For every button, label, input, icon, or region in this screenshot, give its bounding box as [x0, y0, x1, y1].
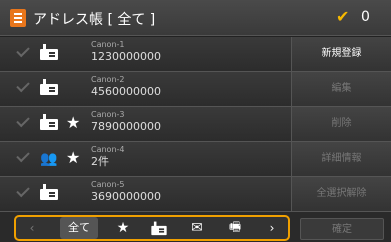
group-icon: 👥 — [40, 151, 58, 167]
tab-all[interactable]: 全て — [60, 217, 98, 239]
check-icon — [16, 43, 30, 58]
favorite-star-icon: ★ — [66, 148, 81, 167]
entry-number: 7890000000 — [91, 120, 161, 133]
fax-icon — [40, 44, 60, 62]
entry-number: 2件 — [91, 155, 109, 168]
check-icon — [16, 183, 30, 198]
fax-icon — [40, 184, 60, 202]
list-item[interactable]: 👥 ★ Canon-4 2件 — [0, 142, 291, 177]
list-item[interactable]: Canon-2 4560000000 — [0, 72, 291, 107]
favorite-star-icon: ★ — [66, 113, 81, 132]
entry-number: 4560000000 — [91, 85, 161, 98]
entry-number: 3690000000 — [91, 190, 161, 203]
delete-button[interactable]: 削除 — [291, 107, 391, 142]
bottom-bar: ‹ 全て ★ ✉ 🖷 › 確定 — [0, 212, 391, 242]
edit-button[interactable]: 編集 — [291, 72, 391, 107]
check-icon — [16, 78, 30, 93]
check-icon — [16, 113, 30, 128]
page-title: アドレス帳 [ 全て ] — [33, 12, 156, 28]
entry-name: Canon-3 — [91, 110, 125, 119]
action-panel: 新規登録 編集 削除 詳細情報 全選択解除 — [291, 37, 391, 212]
check-icon — [16, 148, 30, 163]
fax-icon — [40, 79, 60, 97]
list-item[interactable]: ★ Canon-3 7890000000 — [0, 107, 291, 142]
tab-prev-arrow-icon[interactable]: ‹ — [22, 217, 42, 239]
tab-next-arrow-icon[interactable]: › — [262, 217, 282, 239]
entry-name: Canon-1 — [91, 40, 125, 49]
tab-favorites-star-icon[interactable]: ★ — [112, 217, 134, 239]
confirm-button[interactable]: 確定 — [300, 218, 384, 240]
selected-count: 0 — [361, 9, 370, 25]
fax-icon — [40, 114, 60, 132]
tab-fax-icon[interactable] — [146, 217, 172, 239]
tab-email-icon[interactable]: ✉ — [184, 217, 210, 239]
list-item[interactable]: Canon-1 1230000000 — [0, 37, 291, 72]
filter-tabs: ‹ 全て ★ ✉ 🖷 › — [14, 215, 290, 241]
register-new-button[interactable]: 新規登録 — [291, 37, 391, 72]
address-book-icon — [10, 9, 26, 27]
title-bar: アドレス帳 [ 全て ] ✔ 0 — [0, 0, 391, 36]
list-item[interactable]: Canon-5 3690000000 — [0, 177, 291, 212]
entry-name: Canon-2 — [91, 75, 125, 84]
tab-ifax-icon[interactable]: 🖷 — [222, 217, 248, 239]
entry-name: Canon-5 — [91, 180, 125, 189]
checkmark-icon: ✔ — [336, 7, 350, 26]
details-button[interactable]: 詳細情報 — [291, 142, 391, 177]
deselect-all-button[interactable]: 全選択解除 — [291, 177, 391, 212]
entry-name: Canon-4 — [91, 145, 125, 154]
entry-number: 1230000000 — [91, 50, 161, 63]
address-list: Canon-1 1230000000 Canon-2 4560000000 ★ … — [0, 37, 291, 212]
